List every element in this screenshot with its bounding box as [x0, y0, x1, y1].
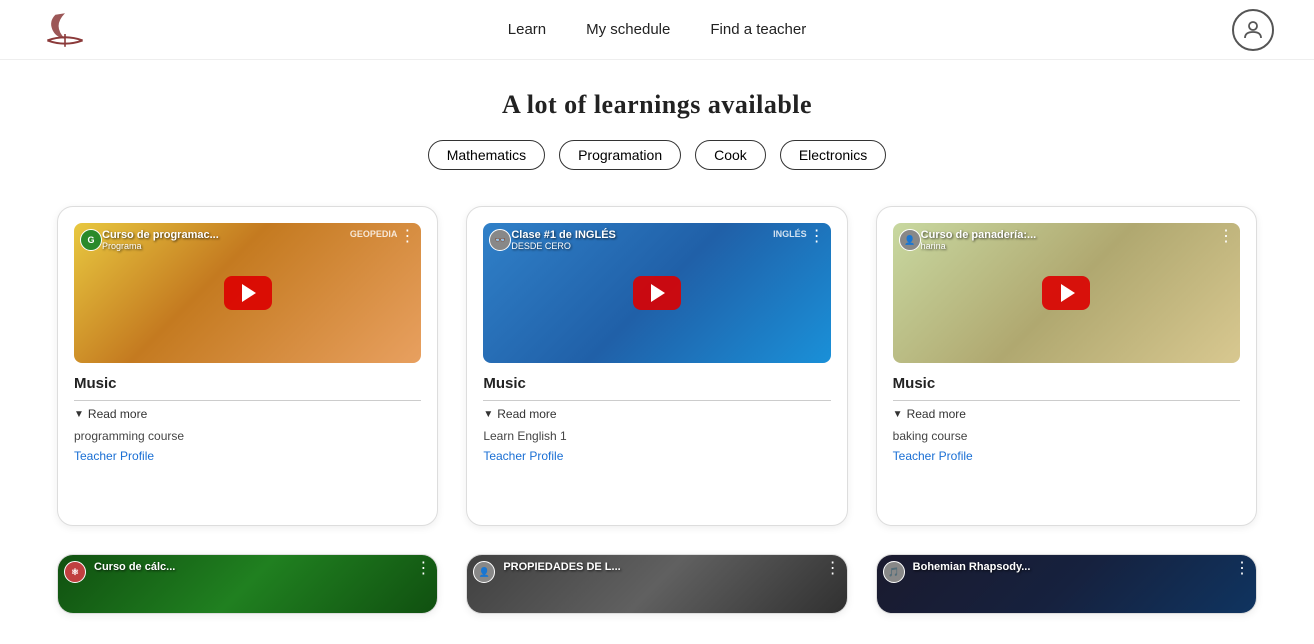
thumb-menu-icon[interactable]: ⋮ [1218, 229, 1234, 245]
yt-label: INGLÉS [773, 229, 807, 239]
channel-icon: 🎵 [883, 561, 905, 583]
filter-tag-mathematics[interactable]: Mathematics [428, 140, 545, 170]
card-title: Music [893, 375, 1240, 392]
logo-icon [40, 10, 90, 50]
thumb-title: Curso de programac... [102, 229, 219, 241]
card-title: Music [74, 375, 421, 392]
filter-tag-cook[interactable]: Cook [695, 140, 766, 170]
thumb-title: Curso de cálc... [94, 561, 175, 573]
logo [40, 10, 90, 50]
channel-icon: 👤 [899, 229, 921, 251]
thumb-menu-icon[interactable]: ⋮ [825, 561, 841, 577]
nav-learn[interactable]: Learn [508, 21, 546, 38]
filter-tag-programation[interactable]: Programation [559, 140, 681, 170]
thumb-menu-icon[interactable]: ⋮ [1234, 561, 1250, 577]
partial-video-thumbnail[interactable]: ⚛ Curso de cálc... ⋮ [58, 555, 437, 613]
user-icon [1241, 18, 1265, 42]
course-card: 👓 Clase #1 de INGLÉS DESDE CERO INGLÉS ⋮… [466, 206, 847, 526]
video-thumbnail[interactable]: G Curso de programac... Programa GEOPEDI… [74, 223, 421, 363]
chevron-down-icon: ▼ [74, 409, 84, 420]
teacher-profile-link[interactable]: Teacher Profile [74, 449, 154, 463]
thumb-menu-icon[interactable]: ⋮ [399, 229, 415, 245]
read-more-toggle[interactable]: ▼ Read more [893, 400, 1240, 421]
course-card: G Curso de programac... Programa GEOPEDI… [57, 206, 438, 526]
chevron-down-icon: ▼ [893, 409, 903, 420]
read-more-label: Read more [907, 407, 966, 421]
card-description: programming course [74, 429, 421, 443]
yt-label: GEOPEDIA [350, 229, 398, 239]
thumb-subtitle: harina [921, 241, 946, 251]
course-card: 👤 Curso de panadería:... harina ⋮ Music … [876, 206, 1257, 526]
channel-icon: G [80, 229, 102, 251]
video-thumbnail[interactable]: 👓 Clase #1 de INGLÉS DESDE CERO INGLÉS ⋮ [483, 223, 830, 363]
thumb-subtitle: DESDE CERO [511, 241, 571, 251]
card-description: Learn English 1 [483, 429, 830, 443]
thumb-title: PROPIEDADES DE L... [503, 561, 620, 573]
nav-find-teacher[interactable]: Find a teacher [710, 21, 806, 38]
partial-video-thumbnail[interactable]: 👤 PROPIEDADES DE L... ⋮ [467, 555, 846, 613]
card-description: baking course [893, 429, 1240, 443]
header: Learn My schedule Find a teacher [0, 0, 1314, 60]
channel-icon: ⚛ [64, 561, 86, 583]
thumb-menu-icon[interactable]: ⋮ [415, 561, 431, 577]
read-more-toggle[interactable]: ▼ Read more [74, 400, 421, 421]
read-more-label: Read more [88, 407, 147, 421]
cards-grid: G Curso de programac... Programa GEOPEDI… [57, 206, 1257, 526]
nav-links: Learn My schedule Find a teacher [508, 21, 806, 38]
thumb-menu-icon[interactable]: ⋮ [809, 229, 825, 245]
partial-video-thumbnail[interactable]: 🎵 Bohemian Rhapsody... ⋮ [877, 555, 1256, 613]
play-button[interactable] [633, 276, 681, 310]
read-more-toggle[interactable]: ▼ Read more [483, 400, 830, 421]
thumb-subtitle: Programa [102, 241, 142, 251]
thumb-title: Curso de panadería:... [921, 229, 1037, 241]
thumb-title: Bohemian Rhapsody... [913, 561, 1031, 573]
page-title: A lot of learnings available [40, 90, 1274, 120]
partial-cards-grid: ⚛ Curso de cálc... ⋮ 👤 PROPIEDADES DE L.… [57, 554, 1257, 614]
read-more-label: Read more [497, 407, 556, 421]
video-thumbnail[interactable]: 👤 Curso de panadería:... harina ⋮ [893, 223, 1240, 363]
play-button[interactable] [1042, 276, 1090, 310]
partial-course-card: 👤 PROPIEDADES DE L... ⋮ [466, 554, 847, 614]
teacher-profile-link[interactable]: Teacher Profile [893, 449, 973, 463]
filter-tags: Mathematics Programation Cook Electronics [40, 140, 1274, 170]
nav-schedule[interactable]: My schedule [586, 21, 670, 38]
teacher-profile-link[interactable]: Teacher Profile [483, 449, 563, 463]
card-title: Music [483, 375, 830, 392]
play-button[interactable] [224, 276, 272, 310]
filter-tag-electronics[interactable]: Electronics [780, 140, 886, 170]
channel-icon: 👤 [473, 561, 495, 583]
partial-course-card: ⚛ Curso de cálc... ⋮ [57, 554, 438, 614]
thumb-title: Clase #1 de INGLÉS [511, 229, 616, 241]
main-content: A lot of learnings available Mathematics… [0, 60, 1314, 644]
channel-icon: 👓 [489, 229, 511, 251]
partial-course-card: 🎵 Bohemian Rhapsody... ⋮ [876, 554, 1257, 614]
user-avatar-button[interactable] [1232, 9, 1274, 51]
chevron-down-icon: ▼ [483, 409, 493, 420]
